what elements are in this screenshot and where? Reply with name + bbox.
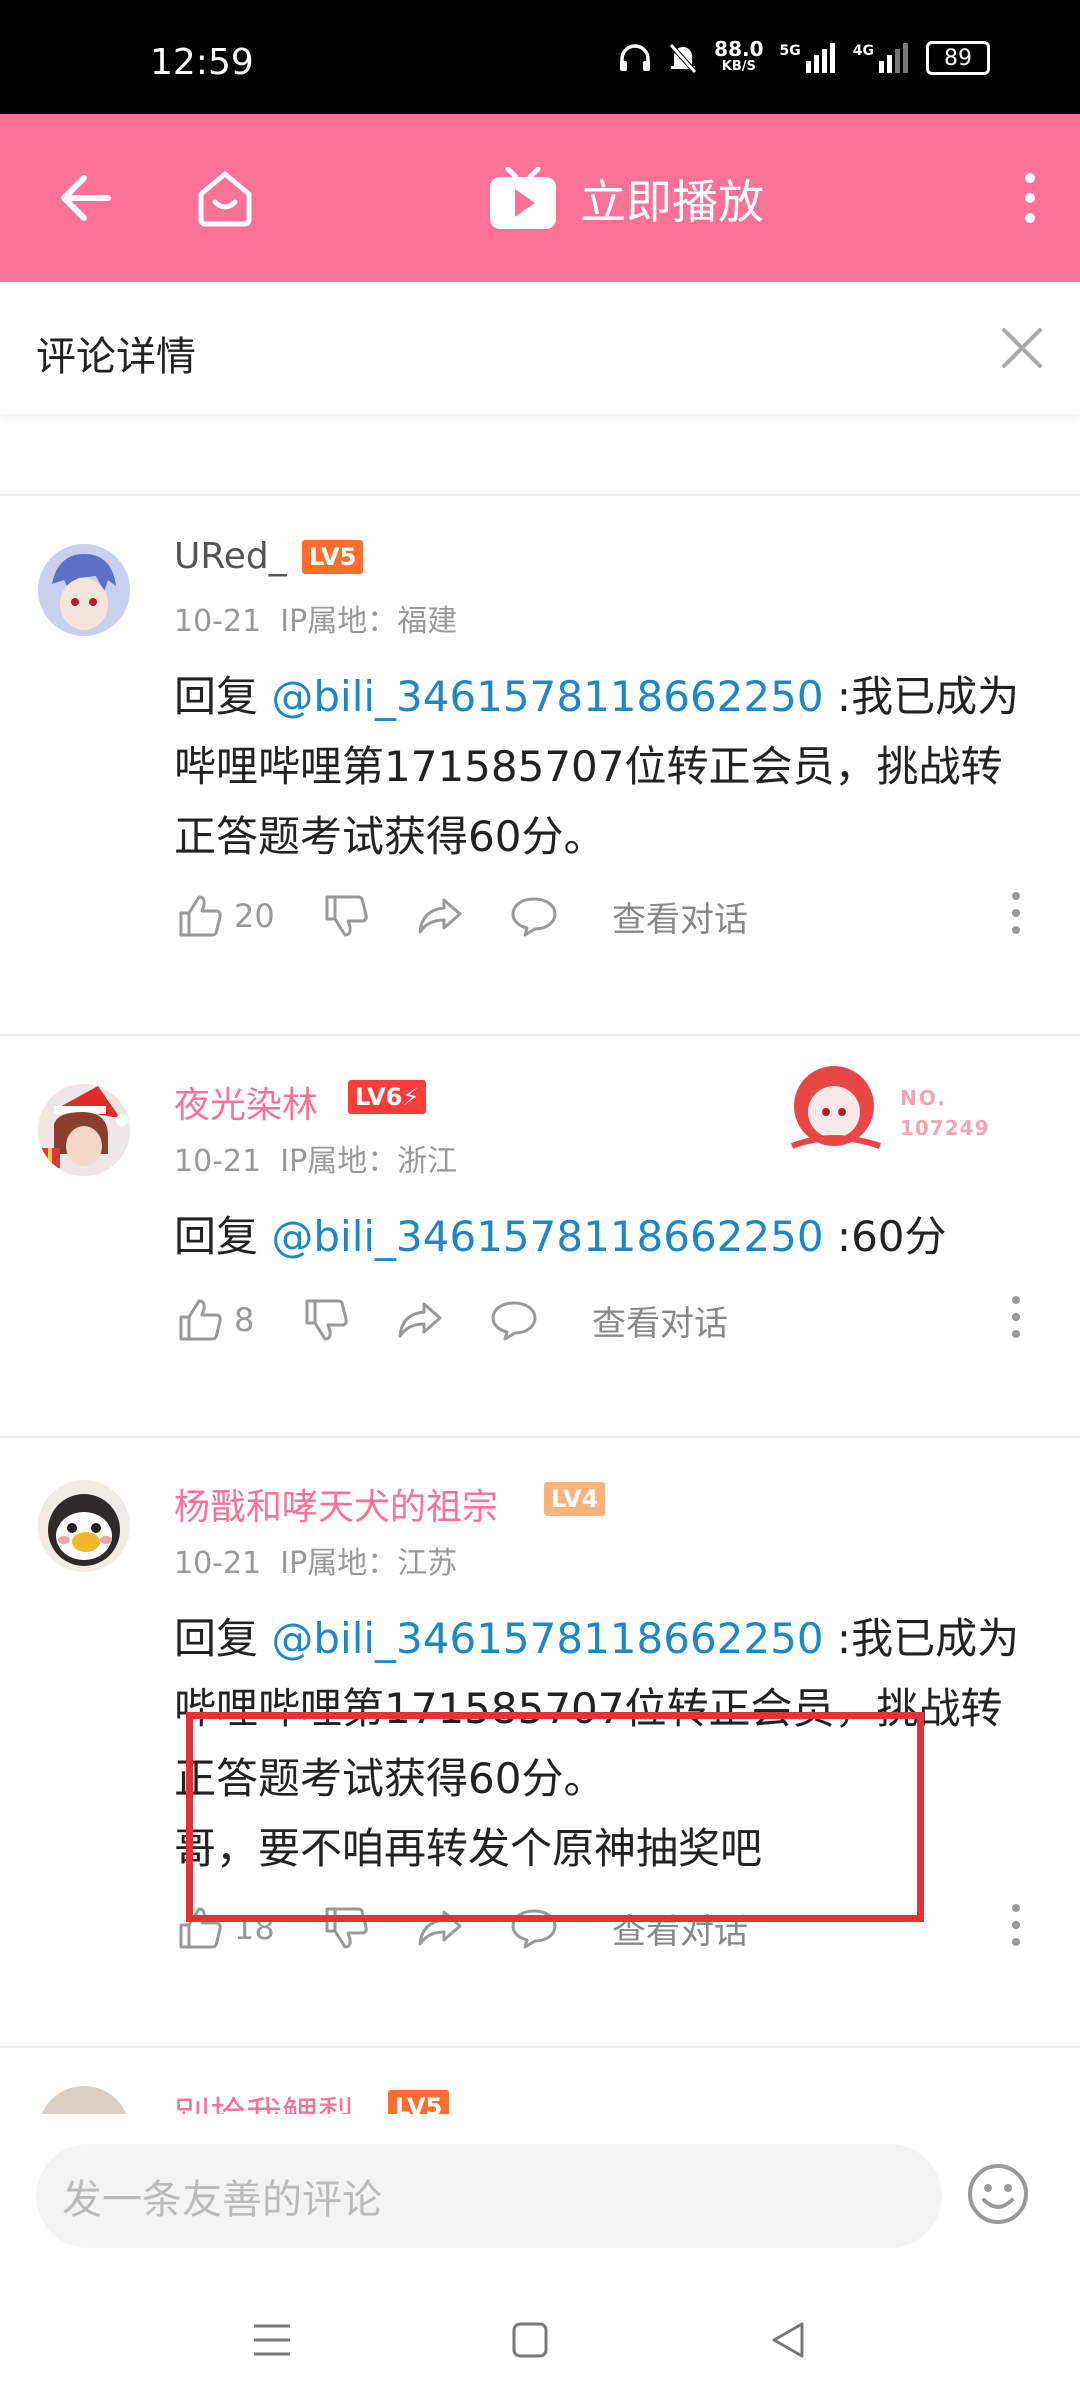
mention-link[interactable]: @bili_3461578118662250	[271, 1212, 823, 1261]
status-icons: 88.0 KB/S 5G 4G 89	[618, 37, 990, 76]
ip-location: IP属地：浙江	[280, 1144, 458, 1179]
home-icon	[198, 171, 252, 227]
back-button[interactable]	[40, 114, 130, 282]
avatar-image	[38, 1084, 130, 1176]
more-options-button[interactable]	[1000, 114, 1060, 282]
triangle-back-icon	[772, 2322, 804, 2358]
close-icon[interactable]	[1000, 326, 1044, 370]
comment-meta: 10-21 IP属地：江苏	[174, 1538, 457, 1582]
username[interactable]: URed_	[174, 536, 287, 577]
comment-more-button[interactable]	[1008, 1294, 1024, 1344]
level-badge: LV6⚡	[348, 1080, 427, 1114]
like-count: 8	[234, 1301, 255, 1339]
ip-location: IP属地：江苏	[280, 1546, 458, 1581]
view-conversation-link[interactable]: 查看对话	[612, 892, 748, 941]
comment-actions: 20 查看对话	[174, 888, 1004, 944]
comment-body: 回复 @bili_3461578118662250 :我已成为哔哩哔哩第1715…	[174, 672, 1020, 861]
headphones-icon	[620, 44, 651, 71]
top-toolbar: 立即播放	[0, 114, 1080, 282]
comment-more-button[interactable]	[1008, 890, 1024, 940]
battery-icon: 89	[926, 41, 990, 75]
dislike-icon[interactable]	[320, 890, 372, 942]
back-arrow-icon	[61, 175, 111, 221]
play-now-button[interactable]: 立即播放	[488, 166, 764, 232]
comment-date: 10-21	[174, 1144, 262, 1179]
highlight-annotation	[186, 1712, 924, 1922]
signal-4g: 4G	[853, 43, 910, 73]
page-title: 评论详情	[36, 334, 196, 380]
comment-meta: 10-21 IP属地：福建	[174, 596, 457, 640]
more-vertical-icon	[1012, 1296, 1020, 1338]
avatar[interactable]	[38, 1084, 130, 1176]
menu-icon	[254, 2324, 290, 2356]
comment-item: 别拾我鳃梨 LV5	[0, 2046, 1080, 2114]
emoji-icon[interactable]	[966, 2162, 1030, 2226]
like-icon[interactable]	[174, 890, 226, 942]
comment-meta: 10-21 IP属地：浙江	[174, 1136, 457, 1180]
mute-bell-icon	[669, 43, 698, 74]
status-time: 12:59	[150, 42, 254, 83]
play-now-label: 立即播放	[580, 175, 764, 229]
reply-icon[interactable]	[488, 1294, 540, 1346]
avatar-image	[38, 1480, 130, 1572]
like-count: 20	[234, 897, 275, 935]
comment-date: 10-21	[174, 1546, 262, 1581]
signal-bars-icon	[879, 43, 908, 73]
more-vertical-icon	[1012, 1904, 1020, 1946]
fan-badge-number: 107249	[900, 1116, 990, 1140]
avatar[interactable]	[38, 2086, 130, 2114]
share-icon[interactable]	[414, 890, 466, 942]
tv-play-icon	[490, 167, 556, 229]
share-icon[interactable]	[394, 1294, 446, 1346]
comment-item: 夜光染林 LV6⚡ NO. 107249 10-21 IP属地：浙江 回复 @b…	[0, 1034, 1080, 1438]
comment-date: 10-21	[174, 604, 262, 639]
signal-5g: 5G	[780, 43, 837, 73]
avatar[interactable]	[38, 544, 130, 636]
more-vertical-icon	[1025, 173, 1035, 223]
comment-more-button[interactable]	[1008, 1902, 1024, 1952]
like-icon[interactable]	[174, 1294, 226, 1346]
nav-back-button[interactable]	[758, 2310, 818, 2370]
comment-input-bar: 发一条友善的评论	[0, 2114, 1080, 2400]
mention-link[interactable]: @bili_3461578118662250	[271, 1614, 823, 1663]
comment-body: 回复 @bili_3461578118662250 :60分	[174, 1212, 947, 1261]
level-badge: LV5	[302, 540, 364, 574]
dislike-icon[interactable]	[300, 1294, 352, 1346]
username[interactable]: 夜光染林	[174, 1076, 318, 1128]
avatar[interactable]	[38, 1480, 130, 1572]
home-button[interactable]	[180, 114, 270, 282]
level-badge: LV4	[544, 1482, 606, 1516]
fan-badge[interactable]: NO. 107249	[782, 1060, 1002, 1170]
fan-badge-label: NO.	[900, 1086, 947, 1110]
comment-detail-header: 评论详情	[0, 282, 1080, 414]
comment-item: URed_ LV5 10-21 IP属地：福建 回复 @bili_3461578…	[0, 494, 1080, 1036]
comment-actions: 8 查看对话	[174, 1292, 1004, 1348]
nav-menu-button[interactable]	[242, 2310, 302, 2370]
ip-location: IP属地：福建	[280, 604, 458, 639]
comment-input[interactable]: 发一条友善的评论	[36, 2144, 942, 2248]
signal-bars-icon	[805, 43, 835, 73]
username[interactable]: 杨戬和哮天犬的祖宗	[174, 1478, 498, 1530]
square-icon	[512, 2322, 548, 2358]
mention-link[interactable]: @bili_3461578118662250	[271, 672, 823, 721]
status-bar: 12:59 88.0 KB/S 5G 4G 89	[0, 0, 1080, 114]
avatar-image	[38, 544, 130, 636]
net-speed: 88.0 KB/S	[714, 37, 764, 74]
view-conversation-link[interactable]: 查看对话	[592, 1296, 728, 1345]
level-badge: LV5	[388, 2090, 450, 2114]
username[interactable]: 别拾我鳃梨	[174, 2086, 354, 2114]
fan-badge-figure	[790, 1066, 881, 1149]
reply-icon[interactable]	[508, 890, 560, 942]
more-vertical-icon	[1012, 892, 1020, 934]
nav-home-button[interactable]	[500, 2310, 560, 2370]
